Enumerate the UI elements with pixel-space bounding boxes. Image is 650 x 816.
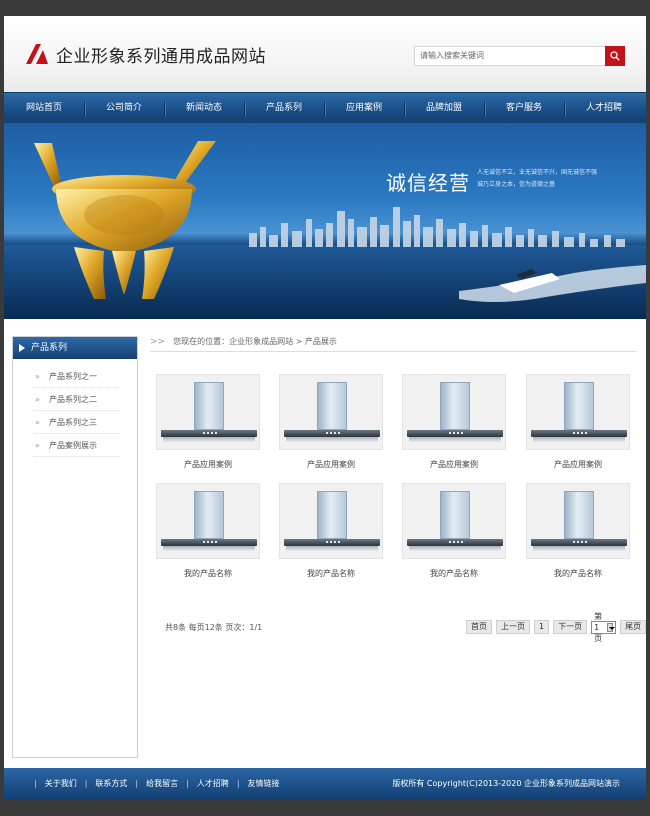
nav-item-products[interactable]: 产品系列 — [244, 93, 324, 124]
product-thumbnail[interactable] — [279, 374, 383, 450]
banner-subtext-line2: 诚乃立身之本，信为道德之基 — [477, 181, 556, 188]
product-thumbnail[interactable] — [156, 374, 260, 450]
sidebar-item-showcase[interactable]: 产品案例展示 — [33, 434, 119, 457]
nav-item-home[interactable]: 网站首页 — [4, 93, 84, 124]
product-caption[interactable]: 我的产品名称 — [279, 568, 383, 580]
first-page-button[interactable]: 首页 — [466, 620, 492, 634]
sidebar-heading: 产品系列 — [13, 337, 137, 359]
page-select[interactable]: 第1页 — [591, 612, 617, 643]
last-page-button[interactable]: 尾页 — [620, 620, 647, 634]
footer-links: | 关于我们 | 联系方式 | 给我留言 | 人才招聘 | 友情链接 — [26, 768, 280, 800]
product-caption[interactable]: 我的产品名称 — [156, 568, 260, 580]
product-thumbnail[interactable] — [526, 483, 630, 559]
product-card[interactable]: 产品应用案例 — [279, 374, 383, 471]
footer-link-about[interactable]: 关于我们 — [45, 768, 77, 800]
product-card[interactable]: 我的产品名称 — [526, 483, 630, 580]
sidebar-item-series-1[interactable]: 产品系列之一 — [33, 365, 119, 388]
nav-item-franchise[interactable]: 品牌加盟 — [404, 93, 484, 124]
breadcrumb: >> 您现在的位置：企业形象成品网站 > 产品展示 — [150, 332, 636, 352]
banner-illustration — [4, 141, 646, 319]
product-card[interactable]: 我的产品名称 — [279, 483, 383, 580]
site-title: 企业形象系列通用成品网站 — [56, 47, 266, 67]
product-thumbnail[interactable] — [156, 483, 260, 559]
product-caption[interactable]: 我的产品名称 — [402, 568, 506, 580]
nav-item-service[interactable]: 客户服务 — [484, 93, 564, 124]
search-icon — [610, 51, 620, 61]
product-card[interactable]: 产品应用案例 — [156, 374, 260, 471]
footer-divider: | — [236, 779, 240, 788]
sidebar-item-series-2[interactable]: 产品系列之二 — [33, 388, 119, 411]
banner-subtext: 人无诚信不立，业无诚信不兴，国无诚信不强 诚乃立身之本，信为道德之基 — [477, 167, 617, 191]
site-footer: | 关于我们 | 联系方式 | 给我留言 | 人才招聘 | 友情链接 版权所有 … — [4, 768, 646, 800]
pager-info: 共8条 每页12条 页次：1/1 — [165, 623, 263, 632]
product-caption[interactable]: 产品应用案例 — [279, 459, 383, 471]
banner-slogan: 诚信经营 — [386, 171, 470, 195]
page-frame: 企业形象系列通用成品网站 请输入搜索关键词 网站首页 公司简介 新闻动态 产品系… — [4, 16, 647, 800]
main-nav: 网站首页 公司简介 新闻动态 产品系列 应用案例 品牌加盟 客户服务 人才招聘 — [4, 92, 646, 123]
footer-link-friends[interactable]: 友情链接 — [248, 768, 280, 800]
site-header: 企业形象系列通用成品网站 请输入搜索关键词 — [4, 16, 646, 92]
product-thumbnail[interactable] — [279, 483, 383, 559]
product-thumbnail[interactable] — [526, 374, 630, 450]
hero-banner: 诚信经营 人无诚信不立，业无诚信不兴，国无诚信不强 诚乃立身之本，信为道德之基 — [4, 123, 646, 319]
footer-link-jobs[interactable]: 人才招聘 — [197, 768, 229, 800]
logo-icon — [26, 44, 48, 64]
sidebar-item-series-3[interactable]: 产品系列之三 — [33, 411, 119, 434]
footer-divider: | — [135, 779, 139, 788]
nav-item-jobs[interactable]: 人才招聘 — [564, 93, 644, 124]
search-button[interactable] — [605, 46, 625, 66]
product-caption[interactable]: 产品应用案例 — [402, 459, 506, 471]
product-card[interactable]: 我的产品名称 — [402, 483, 506, 580]
product-thumbnail[interactable] — [402, 374, 506, 450]
page-select-value: 第1页 — [594, 611, 603, 643]
product-caption[interactable]: 产品应用案例 — [526, 459, 630, 471]
search-input[interactable]: 请输入搜索关键词 — [414, 46, 606, 66]
breadcrumb-home-link[interactable]: 企业形象成品网站 — [229, 337, 293, 346]
nav-item-about[interactable]: 公司简介 — [84, 93, 164, 124]
footer-divider: | — [186, 779, 189, 788]
nav-item-news[interactable]: 新闻动态 — [164, 93, 244, 124]
product-card[interactable]: 产品应用案例 — [402, 374, 506, 471]
footer-divider: | — [84, 779, 88, 788]
chevron-down-icon — [607, 622, 616, 632]
breadcrumb-arrow-icon: >> — [150, 337, 166, 347]
footer-link-message[interactable]: 给我留言 — [146, 768, 178, 800]
product-thumbnail[interactable] — [402, 483, 506, 559]
product-card[interactable]: 我的产品名称 — [156, 483, 260, 580]
footer-link-contact[interactable]: 联系方式 — [95, 768, 127, 800]
sidebar-list: 产品系列之一 产品系列之二 产品系列之三 产品案例展示 — [13, 359, 137, 457]
product-caption[interactable]: 我的产品名称 — [526, 568, 630, 580]
next-page-button[interactable]: 下一页 — [553, 620, 588, 634]
prev-page-button[interactable]: 上一页 — [496, 620, 530, 634]
current-page-number[interactable]: 1 — [534, 620, 550, 634]
banner-subtext-line1: 人无诚信不立，业无诚信不兴，国无诚信不强 — [477, 169, 598, 176]
product-caption[interactable]: 产品应用案例 — [156, 459, 260, 471]
breadcrumb-separator: > — [293, 337, 305, 346]
footer-copyright: 版权所有 Copyright(C)2013-2020 企业形象系列成品网站演示 — [392, 779, 620, 788]
footer-divider: | — [34, 779, 37, 788]
sidebar: 产品系列 产品系列之一 产品系列之二 产品系列之三 产品案例展示 — [12, 336, 138, 758]
breadcrumb-prefix: 您现在的位置： — [173, 337, 230, 346]
breadcrumb-current: 产品展示 — [304, 337, 337, 346]
product-card[interactable]: 产品应用案例 — [526, 374, 630, 471]
nav-item-cases[interactable]: 应用案例 — [324, 93, 404, 124]
pagination: 首页 上一页 1 下一页 第1页 尾页 — [466, 612, 647, 643]
